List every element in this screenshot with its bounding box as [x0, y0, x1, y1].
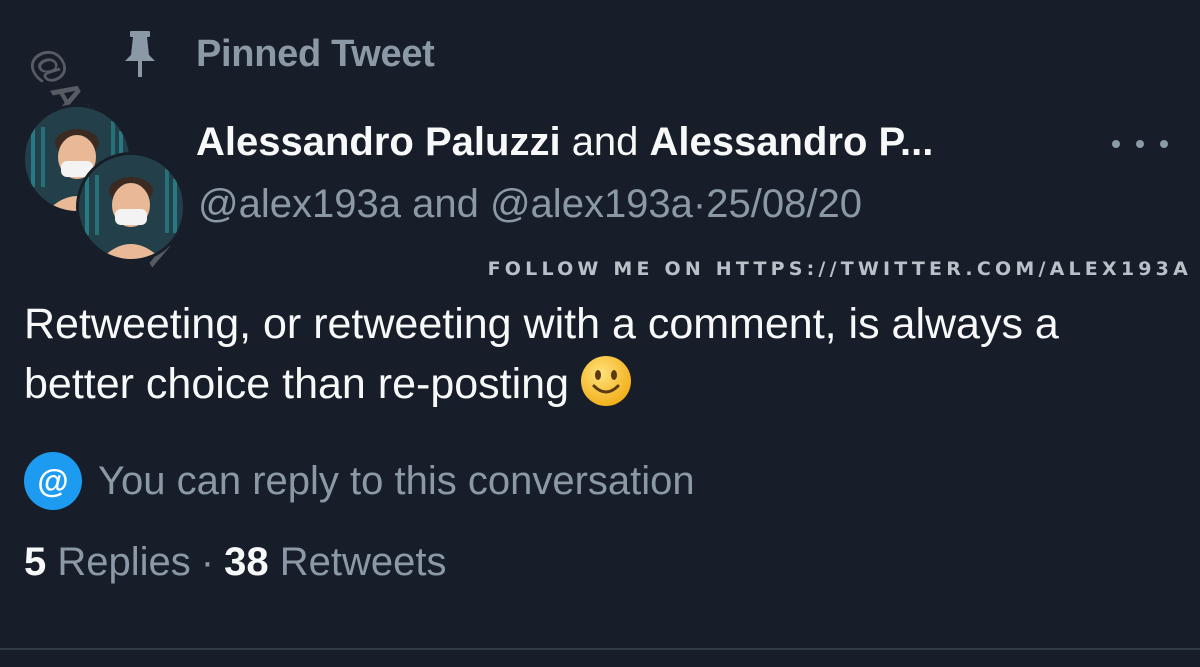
- pin-icon: [118, 26, 162, 82]
- tweet-stats: 5 Replies · 38 Retweets: [24, 540, 446, 585]
- retweets-label: Retweets: [279, 540, 447, 584]
- names-conjunction: and: [571, 120, 650, 164]
- pinned-tweet[interactable]: @ALEX193A Pinned Tweet: [0, 0, 1200, 667]
- replies-stat[interactable]: 5 Replies: [24, 540, 191, 584]
- more-options-icon[interactable]: [1112, 130, 1168, 158]
- author-names: Alessandro Paluzzi and Alessandro P...: [196, 120, 933, 165]
- replies-count: 5: [24, 540, 47, 584]
- date-separator: ·: [692, 182, 707, 226]
- retweets-count: 38: [224, 540, 269, 584]
- author-name-2[interactable]: Alessandro P...: [650, 120, 934, 164]
- tweet-date[interactable]: 25/08/20: [706, 182, 862, 226]
- replies-label: Replies: [57, 540, 191, 584]
- author-handle-1[interactable]: @alex193a: [198, 182, 401, 226]
- pinned-label: Pinned Tweet: [196, 32, 435, 75]
- divider: [0, 648, 1200, 650]
- retweets-stat[interactable]: 38 Retweets: [224, 540, 446, 584]
- reply-settings: @ You can reply to this conversation: [24, 450, 695, 512]
- smiling-face-icon: [579, 354, 633, 408]
- watermark-follow-text: FOLLOW ME ON HTTPS://TWITTER.COM/ALEX193…: [487, 258, 1192, 280]
- reply-settings-text: You can reply to this conversation: [98, 458, 695, 503]
- handles-conjunction: and: [412, 182, 490, 226]
- tweet-text: Retweeting, or retweeting with a comment…: [24, 300, 1059, 408]
- author-handles: @alex193a and @alex193a·25/08/20: [198, 182, 862, 227]
- author-handle-2[interactable]: @alex193a: [490, 182, 693, 226]
- at-sign-icon: @: [24, 452, 82, 510]
- author-name-1[interactable]: Alessandro Paluzzi: [196, 120, 561, 164]
- tweet-body: Retweeting, or retweeting with a comment…: [24, 294, 1174, 414]
- avatar-group[interactable]: [22, 104, 186, 262]
- pinned-header: Pinned Tweet: [118, 26, 435, 82]
- stats-separator: ·: [200, 540, 215, 584]
- avatar[interactable]: [76, 152, 186, 262]
